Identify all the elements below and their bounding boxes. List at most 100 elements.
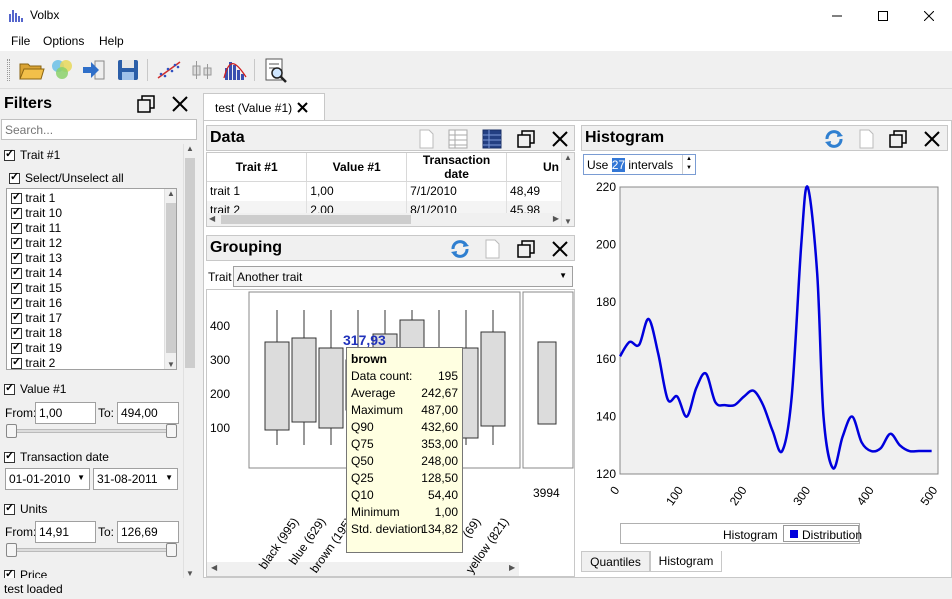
trait-checkbox[interactable]	[11, 250, 22, 265]
filter-search-input[interactable]	[1, 119, 197, 140]
trait-checkbox[interactable]	[11, 310, 22, 325]
menu-help[interactable]: Help	[99, 34, 124, 48]
column-header-value[interactable]: Value #1	[306, 153, 408, 182]
trait-list-item[interactable]: trait 1	[11, 190, 55, 205]
intervals-suffix: intervals	[628, 158, 674, 172]
value-slider[interactable]	[8, 429, 175, 433]
trait-list-item[interactable]: trait 19	[11, 340, 62, 355]
value-from-field[interactable]: 1,00	[35, 402, 96, 424]
tab-test-value[interactable]: test (Value #1)	[203, 93, 325, 121]
tooltip-stat-label: Std. deviation	[351, 522, 424, 536]
trait-list-item[interactable]: trait 11	[11, 220, 61, 235]
histogram-icon[interactable]	[221, 56, 249, 84]
close-panel-icon[interactable]	[171, 95, 189, 113]
units-checkbox[interactable]	[4, 501, 15, 516]
trait-list-item[interactable]: trait 2	[11, 355, 55, 369]
table-icon[interactable]	[481, 128, 503, 150]
trait-checkbox[interactable]	[11, 205, 22, 220]
date-checkbox[interactable]	[4, 449, 15, 464]
minimize-button[interactable]	[814, 0, 860, 31]
filters-scrollbar[interactable]: ▲ ▼	[183, 144, 196, 578]
chevron-down-icon[interactable]: ▼	[559, 271, 567, 280]
close-panel-icon[interactable]	[551, 240, 569, 258]
units-slider[interactable]	[8, 548, 175, 552]
chevron-down-icon[interactable]: ▼	[77, 473, 85, 482]
column-header-trait[interactable]: Trait #1	[207, 153, 308, 182]
export-icon[interactable]	[415, 128, 437, 150]
intervals-stepper[interactable]: ▲ ▼	[682, 155, 695, 174]
value-slider-min-handle[interactable]	[6, 424, 17, 438]
data-table-hscrollbar[interactable]: ◀ ▶	[207, 213, 561, 226]
trait-checkbox[interactable]	[11, 325, 22, 340]
trait-checkbox[interactable]	[11, 355, 22, 369]
units-slider-min-handle[interactable]	[6, 543, 17, 557]
trait-list-item[interactable]: trait 10	[11, 205, 62, 220]
units-to-field[interactable]: 126,69	[117, 521, 179, 543]
filter-icon[interactable]	[48, 56, 76, 84]
close-window-button[interactable]	[906, 0, 952, 31]
trait-list-item[interactable]: trait 16	[11, 295, 62, 310]
units-from-field[interactable]: 14,91	[35, 521, 96, 543]
units-slider-max-handle[interactable]	[166, 543, 177, 557]
refresh-icon[interactable]	[823, 128, 845, 150]
close-panel-icon[interactable]	[923, 130, 941, 148]
value-checkbox[interactable]	[4, 381, 15, 396]
trait-group-checkbox[interactable]	[4, 147, 15, 162]
float-panel-icon[interactable]	[517, 130, 535, 148]
float-panel-icon[interactable]	[137, 95, 155, 113]
value-to-field[interactable]: 494,00	[117, 402, 179, 424]
trait-list-item[interactable]: trait 13	[11, 250, 62, 265]
trait-checkbox[interactable]	[11, 220, 22, 235]
menu-options[interactable]: Options	[43, 34, 84, 48]
date-to-field[interactable]: 31-08-2011 ▼	[93, 468, 178, 490]
maximize-button[interactable]	[860, 0, 906, 31]
export-icon[interactable]	[855, 128, 877, 150]
data-table-vscrollbar[interactable]: ▲ ▼	[561, 153, 574, 226]
x-tick-label: 500	[917, 483, 940, 508]
tab-quantiles[interactable]: Quantiles	[581, 551, 650, 572]
trait-checkbox[interactable]	[11, 265, 22, 280]
filters-scroll-thumb[interactable]	[185, 158, 195, 368]
trait-checkbox[interactable]	[11, 340, 22, 355]
export-icon[interactable]	[481, 238, 503, 260]
trait-list-scroll-thumb[interactable]	[166, 203, 176, 353]
select-all-checkbox[interactable]	[9, 170, 20, 185]
grouping-scroll-left[interactable]: ◀	[211, 563, 217, 572]
trait-checkbox[interactable]	[11, 280, 22, 295]
float-panel-icon[interactable]	[517, 240, 535, 258]
plain-table-icon[interactable]	[447, 128, 469, 150]
trait-list-item[interactable]: trait 17	[11, 310, 62, 325]
open-folder-icon[interactable]	[17, 56, 45, 84]
menu-file[interactable]: File	[11, 34, 30, 48]
trait-checkbox[interactable]	[11, 295, 22, 310]
refresh-icon[interactable]	[449, 238, 471, 260]
tooltip-stat-label: Q10	[351, 488, 374, 502]
chevron-down-icon[interactable]: ▼	[165, 473, 173, 482]
float-panel-icon[interactable]	[889, 130, 907, 148]
value-slider-max-handle[interactable]	[166, 424, 177, 438]
grouping-icon[interactable]	[188, 56, 216, 84]
close-tab-icon[interactable]	[297, 102, 308, 113]
inspect-icon[interactable]	[261, 56, 289, 84]
trait-checkbox[interactable]	[11, 235, 22, 250]
tab-histogram[interactable]: Histogram	[650, 551, 722, 572]
trait-list-scrollbar[interactable]: ▲ ▼	[164, 189, 176, 369]
close-panel-icon[interactable]	[551, 130, 569, 148]
save-icon[interactable]	[114, 56, 142, 84]
column-header-date[interactable]: Transaction date	[406, 153, 508, 182]
trait-list-item[interactable]: trait 14	[11, 265, 62, 280]
table-row[interactable]: trait 1 1,00 7/1/2010 48,49	[207, 181, 563, 201]
scatter-icon[interactable]	[155, 56, 183, 84]
intervals-spinbox[interactable]: Use 27 intervals ▲ ▼	[583, 154, 696, 175]
trait-checkbox[interactable]	[11, 190, 22, 205]
toolbar-grip[interactable]	[7, 59, 10, 81]
column-header-units[interactable]: Un	[506, 153, 563, 182]
import-icon[interactable]	[80, 56, 108, 84]
date-from-field[interactable]: 01-01-2010 ▼	[5, 468, 90, 490]
trait-list-item[interactable]: trait 12	[11, 235, 62, 250]
grouping-trait-select[interactable]: Another trait ▼	[233, 266, 573, 287]
trait-list-item[interactable]: trait 15	[11, 280, 62, 295]
trait-list-item[interactable]: trait 18	[11, 325, 62, 340]
grouping-scroll-right[interactable]: ▶	[509, 563, 515, 572]
intervals-value[interactable]: 27	[611, 158, 626, 172]
